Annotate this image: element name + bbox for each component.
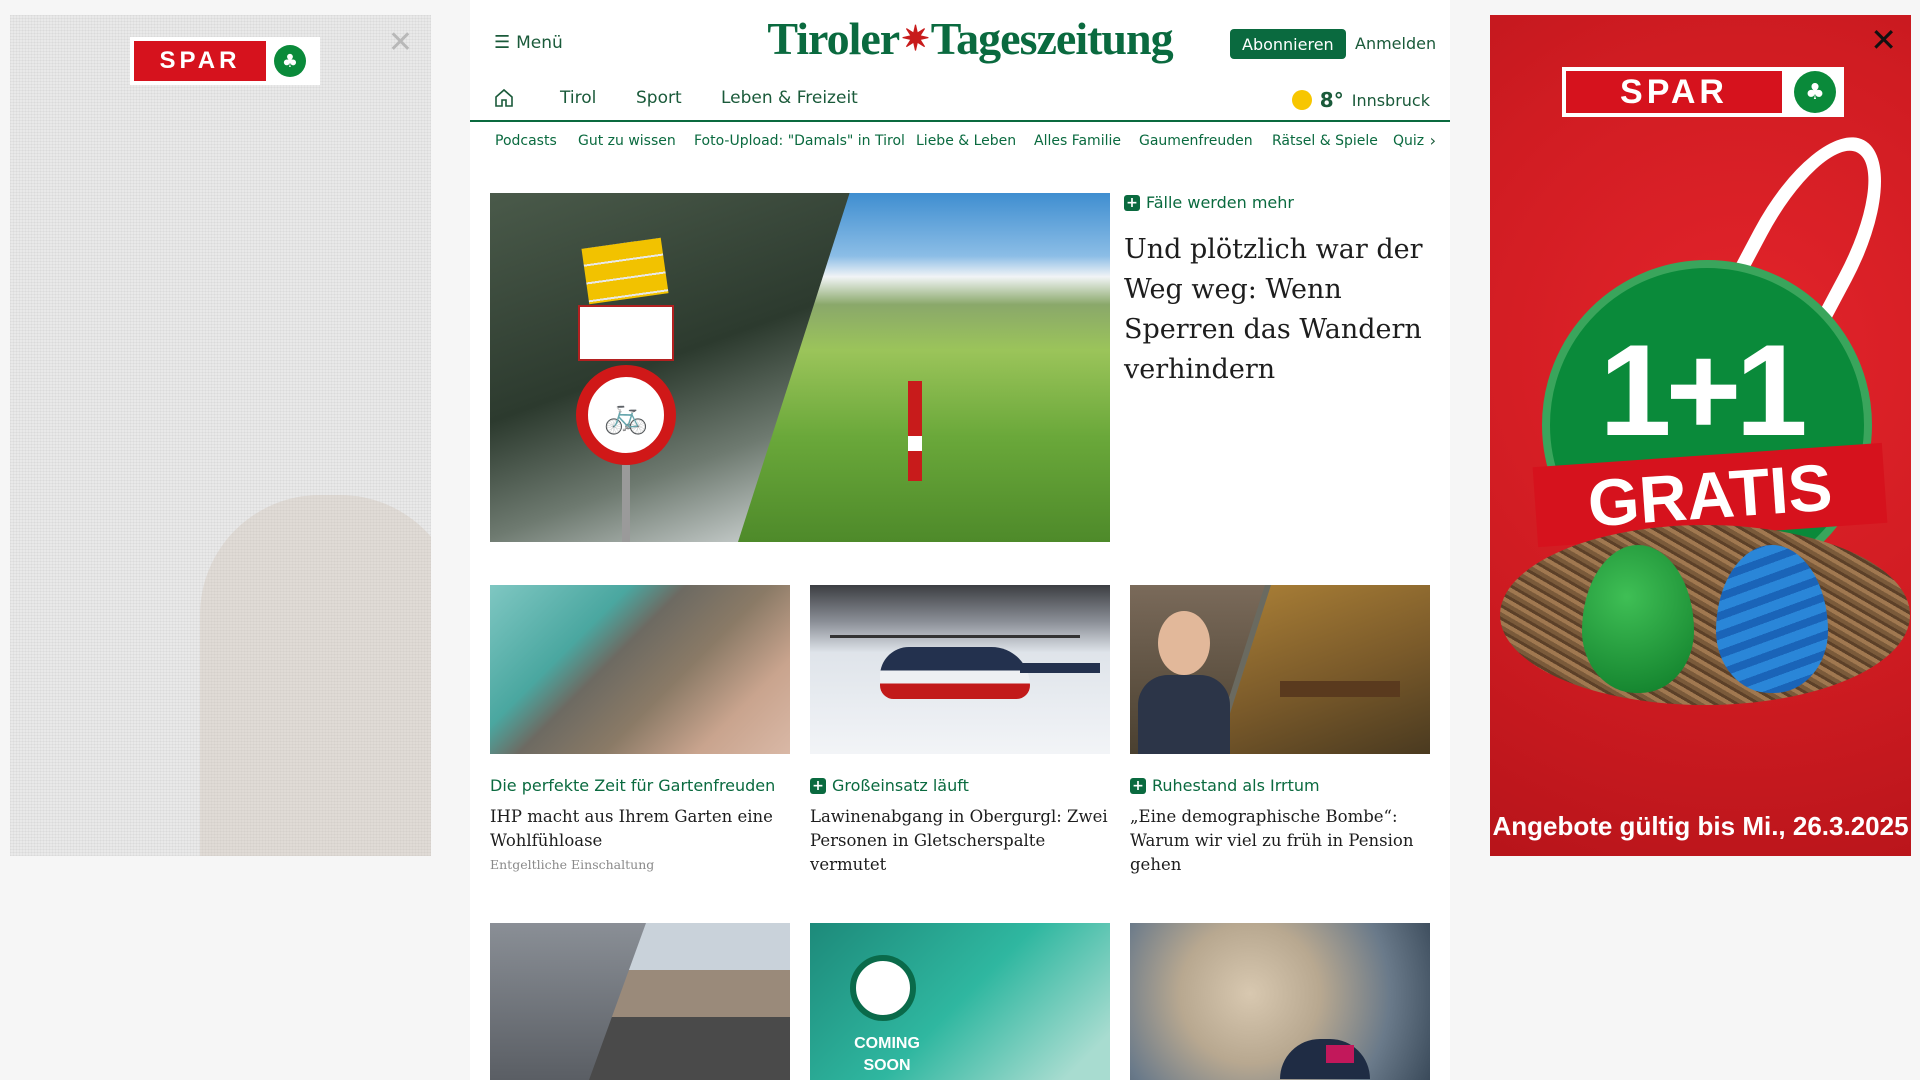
police-helicopter-image[interactable] bbox=[810, 585, 1110, 754]
logo-text-left: Tiroler bbox=[767, 13, 900, 64]
spar-tree-icon: ♣ bbox=[274, 45, 306, 77]
weather-city: Innsbruck bbox=[1351, 90, 1430, 110]
nav-item-tirol[interactable]: Tirol bbox=[560, 88, 596, 108]
hero-kicker: + Fälle werden mehr bbox=[1124, 193, 1434, 212]
coming-soon-text: COMING SOON bbox=[854, 1035, 920, 1074]
weather-widget[interactable]: 8° Innsbruck bbox=[1291, 88, 1430, 112]
card-kicker: + Ruhestand als Irrtum bbox=[1130, 776, 1430, 795]
left-skyscraper-ad[interactable]: SPAR ♣ ✕ bbox=[10, 15, 431, 856]
site-logo[interactable]: Tiroler ✷ Tageszeitung bbox=[760, 12, 1180, 65]
trail-signpost bbox=[581, 237, 669, 305]
portrait-face bbox=[1158, 611, 1210, 675]
trail-marker-post bbox=[908, 381, 922, 481]
nav-item-sport[interactable]: Sport bbox=[636, 88, 682, 108]
sun-icon bbox=[1291, 90, 1312, 110]
nav-item-leben-freizeit[interactable]: Leben & Freizeit bbox=[721, 88, 858, 108]
article-card bbox=[490, 923, 790, 1080]
hero-headline[interactable]: Und plötzlich war der Weg weg: Wenn Sper… bbox=[1124, 230, 1434, 390]
helicopter-body bbox=[880, 647, 1030, 699]
menu-label: Menü bbox=[516, 32, 563, 53]
spar-wordmark: SPAR bbox=[1566, 71, 1782, 113]
nest-illustration bbox=[1500, 525, 1910, 705]
close-ad-icon[interactable]: ✕ bbox=[388, 25, 413, 60]
subnav-item-quiz[interactable]: Quiz bbox=[1393, 133, 1424, 149]
logo-text-right: Tageszeitung bbox=[930, 13, 1174, 64]
premium-plus-icon: + bbox=[1130, 777, 1146, 794]
subnav-item-gaumenfreuden[interactable]: Gaumenfreuden bbox=[1139, 133, 1253, 149]
site-header: ☰ Menü Tiroler ✷ Tageszeitung Abonnieren… bbox=[470, 0, 1450, 82]
article-card: + Großeinsatz läuft Lawinenabgang in Obe… bbox=[810, 585, 1110, 877]
card-kicker-text: Großeinsatz läuft bbox=[832, 776, 969, 795]
card-headline[interactable]: „Eine demographische Bombe“: Warum wir v… bbox=[1130, 805, 1430, 877]
spar-logo[interactable]: SPAR ♣ bbox=[130, 37, 320, 85]
main-nav: Tirol Sport Leben & Freizeit 8° Innsbruc… bbox=[470, 82, 1450, 122]
card-kicker: + Großeinsatz läuft bbox=[810, 776, 1110, 795]
card-headline[interactable]: Lawinenabgang in Obergurgl: Zwei Persone… bbox=[810, 805, 1110, 877]
hero-image[interactable]: 🚲 bbox=[490, 193, 1110, 542]
main-column: ☰ Menü Tiroler ✷ Tageszeitung Abonnieren… bbox=[470, 0, 1450, 1080]
firefighters-image[interactable] bbox=[490, 923, 790, 1080]
sponsored-label: Entgeltliche Einschaltung bbox=[490, 857, 655, 872]
promo-number: 1+1 bbox=[1599, 317, 1808, 463]
police-cap bbox=[1280, 1039, 1370, 1079]
starbucks-logo-icon bbox=[850, 955, 916, 1021]
sign-pole bbox=[622, 465, 630, 542]
menu-button[interactable]: ☰ Menü bbox=[494, 32, 563, 53]
chevron-right-icon[interactable]: › bbox=[1430, 131, 1436, 150]
hero-kicker-text: Fälle werden mehr bbox=[1146, 193, 1294, 212]
subnav-item-alles-familie[interactable]: Alles Familie bbox=[1034, 133, 1121, 149]
street-ambulance-photo bbox=[589, 923, 790, 1080]
close-ad-icon[interactable]: ✕ bbox=[1870, 21, 1897, 59]
offer-validity-text: Angebote gültig bis Mi., 26.3.2025 bbox=[1492, 811, 1909, 841]
spar-wordmark: SPAR bbox=[134, 41, 266, 81]
premium-plus-icon: + bbox=[1124, 194, 1140, 211]
pension-image[interactable] bbox=[1130, 585, 1430, 754]
weather-temperature: 8° bbox=[1319, 88, 1344, 112]
helicopter-rotor bbox=[830, 635, 1080, 638]
subnav-item-podcasts[interactable]: Podcasts bbox=[495, 133, 557, 149]
hero-article: + Fälle werden mehr Und plötzlich war de… bbox=[1124, 193, 1434, 390]
uniform-patch bbox=[1326, 1045, 1354, 1063]
card-kicker-text: Ruhestand als Irrtum bbox=[1152, 776, 1320, 795]
portrait-suit bbox=[1138, 675, 1230, 754]
home-icon[interactable] bbox=[494, 88, 514, 108]
menu-search-icon: ☰ bbox=[494, 32, 511, 53]
subnav-item-gut-zu-wissen[interactable]: Gut zu wissen bbox=[578, 133, 676, 149]
park-bench bbox=[1280, 681, 1400, 697]
article-card: COMING SOON bbox=[810, 923, 1110, 1080]
article-card bbox=[1130, 923, 1430, 1080]
card-headline[interactable]: IHP macht aus Ihrem Garten eine Wohlfühl… bbox=[490, 805, 790, 853]
subnav-item-liebe-leben[interactable]: Liebe & Leben bbox=[916, 133, 1016, 149]
no-bicycles-sign-icon: 🚲 bbox=[576, 365, 676, 465]
card-kicker: Die perfekte Zeit für Gartenfreuden bbox=[490, 776, 790, 795]
helicopter-tail bbox=[1020, 663, 1100, 673]
article-card: + Ruhestand als Irrtum „Eine demographis… bbox=[1130, 585, 1430, 877]
subscribe-button[interactable]: Abonnieren bbox=[1230, 29, 1346, 59]
police-officer-image[interactable] bbox=[1130, 923, 1430, 1080]
spar-logo: SPAR ♣ bbox=[1562, 67, 1844, 117]
login-link[interactable]: Anmelden bbox=[1355, 34, 1436, 53]
article-card: Die perfekte Zeit für Gartenfreuden IHP … bbox=[490, 585, 790, 872]
subnav-item-raetsel-spiele[interactable]: Rätsel & Spiele bbox=[1272, 133, 1378, 149]
garden-pool-image[interactable] bbox=[490, 585, 790, 754]
tyrolean-eagle-icon: ✷ bbox=[901, 20, 929, 58]
premium-plus-icon: + bbox=[810, 777, 826, 794]
subnav-item-foto-upload[interactable]: Foto-Upload: "Damals" in Tirol bbox=[694, 133, 905, 149]
sub-nav: Podcasts Gut zu wissen Foto-Upload: "Dam… bbox=[470, 122, 1450, 162]
spar-tree-icon: ♣ bbox=[1794, 71, 1836, 113]
right-skyscraper-ad[interactable]: ✕ SPAR ♣ 1+1 GRATIS Angebote gültig bis … bbox=[1490, 15, 1911, 856]
ad-faded-illustration bbox=[200, 495, 431, 856]
card-kicker-text: Die perfekte Zeit für Gartenfreuden bbox=[490, 776, 776, 795]
starbucks-store-image[interactable]: COMING SOON bbox=[810, 923, 1110, 1080]
info-sign bbox=[578, 305, 674, 361]
